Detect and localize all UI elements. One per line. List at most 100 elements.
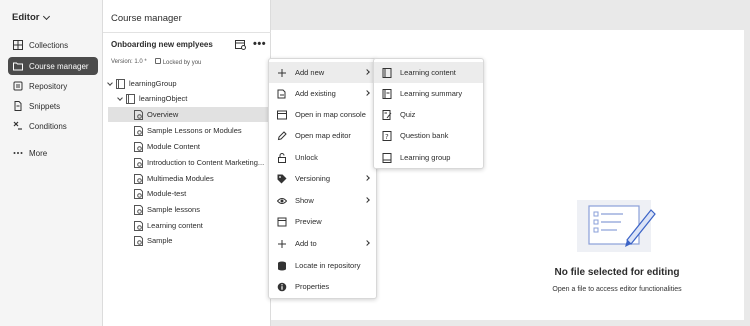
divider	[103, 32, 271, 33]
menu-item-open-map-editor[interactable]: Open map editor	[269, 125, 376, 146]
topic-file-icon	[134, 157, 143, 168]
tree-item-topic[interactable]: Introduction to Content Marketing...	[134, 155, 264, 170]
editor-switcher-label: Editor	[12, 12, 40, 23]
unlock-icon	[277, 152, 287, 163]
map-console-icon	[277, 110, 287, 120]
nav-item-label: More	[29, 148, 48, 158]
plus-icon	[277, 239, 287, 249]
lock-status: Locked by you	[154, 58, 201, 66]
nav-item-course-manager[interactable]: Course manager	[8, 57, 98, 75]
submenu-item-learning-content[interactable]: Learning content	[374, 62, 483, 83]
submenu-item-learning-group[interactable]: Learning group	[374, 147, 483, 168]
menu-item-label: Unlock	[295, 153, 318, 162]
tree-item-topic[interactable]: Module Content	[134, 139, 200, 154]
learning-summary-icon	[382, 88, 392, 99]
conditions-icon	[13, 121, 23, 131]
tree-item-label: Sample Lessons or Modules	[147, 126, 242, 135]
nav-item-label: Course manager	[29, 61, 89, 71]
grid-icon	[13, 40, 23, 50]
tree-item-learning-group[interactable]: learningGroup	[107, 76, 268, 91]
chevron-right-icon	[364, 90, 370, 96]
menu-item-label: Versioning	[295, 174, 331, 183]
nav-item-more[interactable]: More	[8, 144, 98, 162]
tree-item-label: learningGroup	[129, 79, 177, 88]
topic-file-icon	[134, 141, 143, 152]
nav-item-snippets[interactable]: Snippets	[8, 97, 98, 115]
menu-item-properties[interactable]: Properties	[269, 276, 376, 297]
add-existing-icon	[277, 89, 287, 99]
menu-item-locate-in-repository[interactable]: Locate in repository	[269, 255, 376, 276]
topic-file-icon	[134, 188, 143, 199]
tree-item-label: Learning content	[147, 221, 203, 230]
database-icon	[277, 261, 287, 271]
empty-editor-illustration	[577, 196, 657, 256]
tree-item-label: Module-test	[147, 189, 187, 198]
tree-item-label: Sample	[147, 236, 173, 245]
menu-item-versioning[interactable]: Versioning	[269, 168, 376, 189]
topic-file-icon	[134, 173, 143, 184]
chevron-down-icon	[43, 12, 51, 20]
chevron-down-icon[interactable]	[107, 79, 113, 86]
editor-switcher[interactable]: Editor	[12, 12, 51, 23]
submenu-item-learning-summary[interactable]: Learning summary	[374, 83, 483, 104]
nav-item-collections[interactable]: Collections	[8, 36, 98, 54]
panel-title: Course manager	[111, 13, 182, 24]
more-icon	[13, 148, 23, 158]
repository-icon	[13, 81, 23, 91]
menu-item-label: Open in map console	[295, 110, 366, 119]
nav-item-label: Snippets	[29, 101, 61, 111]
tree-item-label: learningObject	[139, 94, 188, 103]
more-options-icon[interactable]: •••	[253, 39, 266, 50]
empty-state-title: No file selected for editing	[554, 267, 680, 278]
question-bank-icon: ?	[382, 130, 392, 141]
submenu-item-label: Question bank	[400, 131, 449, 140]
menu-item-preview[interactable]: Preview	[269, 211, 376, 232]
menu-item-open-map-console[interactable]: Open in map console	[269, 104, 376, 125]
menu-item-show[interactable]: Show	[269, 190, 376, 211]
folder-icon	[13, 61, 23, 71]
map-view-icon[interactable]	[235, 40, 246, 50]
editor-top-bar	[271, 0, 750, 30]
tree-item-learning-object[interactable]: learningObject	[117, 91, 268, 106]
menu-item-label: Add existing	[295, 89, 336, 98]
menu-item-label: Open map editor	[295, 131, 351, 140]
tree-item-label: Sample lessons	[147, 205, 200, 214]
menu-item-add-existing[interactable]: Add existing	[269, 83, 376, 104]
course-manager-panel: Course manager Onboarding new emplyees •…	[103, 0, 271, 326]
nav-item-repository[interactable]: Repository	[8, 77, 98, 95]
learning-content-icon	[382, 67, 392, 78]
tree-item-topic[interactable]: Sample	[134, 233, 172, 248]
tree-item-topic[interactable]: Multimedia Modules	[134, 171, 214, 186]
tree-item-topic[interactable]: Module-test	[134, 186, 186, 201]
context-menu: Add new Add existing Open in map console…	[268, 58, 377, 299]
lock-icon	[154, 58, 161, 64]
chevron-right-icon	[364, 175, 370, 181]
topic-file-icon	[134, 204, 143, 215]
menu-item-label: Show	[295, 196, 314, 205]
submenu-item-quiz[interactable]: Quiz	[374, 104, 483, 125]
nav-item-label: Conditions	[29, 121, 67, 131]
version-info: Version: 1.0 * Locked by you	[111, 58, 201, 66]
tree-item-overview[interactable]: Overview	[108, 107, 268, 122]
chevron-down-icon[interactable]	[117, 94, 123, 101]
tree-item-topic[interactable]: Sample Lessons or Modules	[134, 123, 242, 138]
tree-item-topic[interactable]: Learning content	[134, 218, 203, 233]
left-navigation: Editor Collections Course manager Reposi…	[0, 0, 103, 326]
learning-object-icon	[126, 93, 135, 104]
menu-item-add-new[interactable]: Add new	[269, 62, 376, 83]
submenu-item-question-bank[interactable]: ? Question bank	[374, 125, 483, 146]
version-label: Version: 1.0 *	[111, 59, 147, 65]
menu-item-label: Add new	[295, 68, 325, 77]
pencil-icon	[277, 130, 287, 141]
submenu-item-label: Quiz	[400, 110, 416, 119]
menu-item-label: Add to	[295, 239, 317, 248]
plus-icon	[277, 68, 287, 78]
nav-item-conditions[interactable]: Conditions	[8, 117, 98, 135]
eye-icon	[277, 196, 287, 206]
tree-item-topic[interactable]: Sample lessons	[134, 202, 200, 217]
menu-item-unlock[interactable]: Unlock	[269, 147, 376, 168]
empty-state-subtitle: Open a file to access editor functionali…	[552, 286, 682, 293]
learning-group-icon	[116, 78, 125, 89]
preview-icon	[277, 217, 287, 227]
menu-item-add-to[interactable]: Add to	[269, 233, 376, 254]
